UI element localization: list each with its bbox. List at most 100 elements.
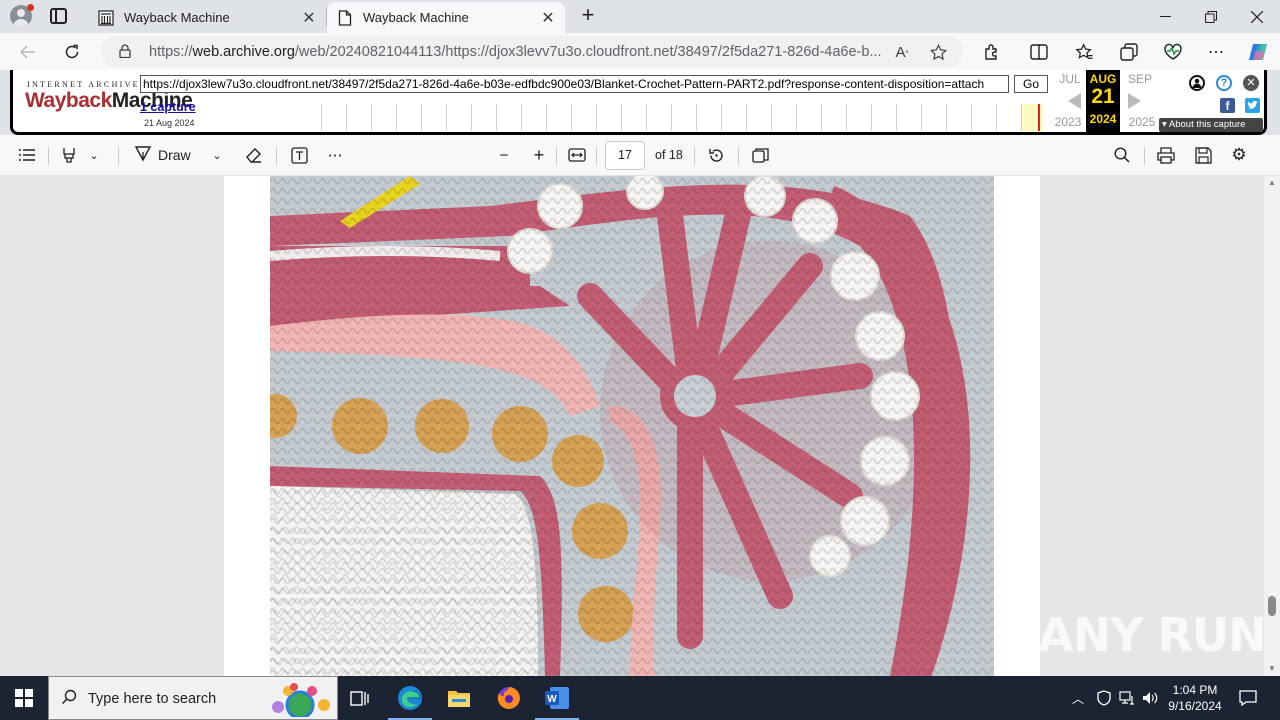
search-placeholder: Type here to search — [88, 691, 217, 707]
sparkline-year-tick — [996, 104, 997, 131]
split-screen-icon[interactable] — [1026, 39, 1052, 65]
close-icon[interactable]: ✕ — [298, 7, 320, 29]
close-icon[interactable] — [1234, 0, 1280, 33]
network-icon[interactable] — [1117, 676, 1137, 720]
save-icon[interactable] — [1191, 143, 1215, 167]
contents-icon[interactable] — [16, 143, 38, 167]
prev-capture-arrow-icon[interactable] — [1068, 93, 1081, 109]
rotate-icon[interactable] — [705, 143, 727, 167]
sparkline-year-tick — [821, 104, 822, 131]
next-capture-arrow-icon[interactable] — [1128, 93, 1141, 109]
current-month: AUG — [1089, 72, 1117, 86]
lock-icon[interactable] — [119, 44, 131, 58]
draw-icon — [134, 144, 152, 166]
print-icon[interactable] — [1154, 143, 1178, 167]
clock-date: 9/16/2024 — [1168, 699, 1222, 713]
tab-title: Wayback Machine — [124, 10, 230, 25]
sparkline-year-tick — [671, 104, 672, 131]
favorites-icon[interactable] — [1071, 39, 1097, 65]
show-hidden-icons[interactable]: ︿ — [1068, 676, 1088, 720]
wayback-url-input[interactable]: https://djox3lew7u3o.cloudfront.net/3849… — [140, 75, 1009, 93]
defender-icon[interactable] — [1094, 676, 1114, 720]
scroll-thumb[interactable] — [1268, 596, 1276, 616]
more-icon[interactable]: ⋯ — [1203, 39, 1229, 65]
fit-icon[interactable] — [565, 143, 589, 167]
task-view-icon[interactable] — [336, 676, 384, 720]
scroll-down-icon[interactable]: ▼ — [1267, 664, 1277, 674]
browser-toolbar: https://web.archive.org/web/202408210441… — [0, 33, 1280, 70]
sparkline-year-tick — [571, 104, 572, 131]
taskbar-search-box[interactable]: Type here to search — [48, 676, 338, 720]
tab-wayback-2[interactable]: Wayback Machine ✕ — [327, 2, 565, 33]
sparkline-year-tick — [946, 104, 947, 131]
highlight-icon[interactable] — [58, 143, 80, 167]
sparkline-year-tick — [921, 104, 922, 131]
performance-icon[interactable] — [1160, 39, 1186, 65]
sparkline-year-tick — [1021, 104, 1022, 131]
wayback-go-button[interactable]: Go — [1014, 75, 1048, 93]
copilot-icon[interactable] — [1245, 39, 1271, 65]
refresh-icon[interactable] — [58, 38, 86, 66]
close-icon[interactable]: ✕ — [537, 7, 559, 29]
windows-start-icon[interactable] — [0, 676, 48, 720]
read-aloud-icon[interactable]: Aⁿ — [891, 41, 913, 63]
pdf-viewport[interactable]: ▲ ▼ ANY RUN — [0, 176, 1280, 676]
chevron-down-icon[interactable]: ⌄ — [86, 143, 102, 167]
collections-icon[interactable] — [1116, 39, 1142, 65]
sparkline-year-tick — [321, 104, 322, 131]
sparkline-year-tick — [546, 104, 547, 131]
erase-icon[interactable] — [242, 143, 266, 167]
settings-icon[interactable]: ⚙ — [1227, 143, 1251, 167]
sparkline-year-tick — [721, 104, 722, 131]
capture-marker[interactable] — [1038, 104, 1040, 131]
capture-sparkline[interactable] — [321, 104, 1049, 131]
plus-icon[interactable]: + — [577, 4, 599, 27]
tab-wayback-1[interactable]: Wayback Machine ✕ — [88, 2, 326, 33]
twitter-icon[interactable] — [1245, 98, 1260, 113]
address-bar[interactable]: https://web.archive.org/web/202408210441… — [101, 36, 963, 67]
firefox-icon[interactable] — [485, 676, 533, 720]
zoom-in-icon[interactable]: + — [528, 143, 550, 167]
scroll-up-icon[interactable]: ▲ — [1267, 178, 1277, 188]
sparkline-year-tick — [646, 104, 647, 131]
favorite-star-icon[interactable] — [927, 41, 949, 63]
pdf-scrollbar[interactable]: ▲ ▼ — [1264, 176, 1280, 676]
help-icon[interactable]: ? — [1216, 75, 1232, 91]
prev-month-label[interactable]: JUL — [1053, 72, 1087, 86]
clock-time: 1:04 PM — [1172, 683, 1218, 697]
prev-year-label[interactable]: 2023 — [1051, 115, 1085, 129]
about-capture-button[interactable]: ▾ About this capture — [1159, 118, 1263, 132]
notifications-icon[interactable] — [1236, 676, 1260, 720]
edge-icon[interactable] — [386, 676, 434, 720]
volume-icon[interactable] — [1140, 676, 1160, 720]
minimize-icon[interactable] — [1142, 0, 1188, 33]
user-account-icon[interactable] — [1189, 75, 1205, 91]
tab-actions-icon[interactable] — [50, 8, 67, 24]
back-icon[interactable] — [14, 38, 42, 66]
file-explorer-icon[interactable] — [435, 676, 483, 720]
extensions-icon[interactable] — [979, 39, 1005, 65]
search-icon[interactable] — [1110, 143, 1134, 167]
crochet-pattern-photo — [270, 176, 994, 676]
page-view-icon[interactable] — [749, 143, 773, 167]
next-month-label[interactable]: SEP — [1123, 72, 1157, 86]
text-icon[interactable] — [287, 143, 311, 167]
chevron-down-icon[interactable]: ⌄ — [209, 143, 225, 167]
url-text[interactable]: https://web.archive.org/web/202408210441… — [149, 44, 894, 60]
next-year-label[interactable]: 2025 — [1125, 115, 1159, 129]
sparkline-year-tick — [796, 104, 797, 131]
page-number-input[interactable]: 17 — [605, 141, 645, 170]
wayback-toolbar: INTERNET ARCHIVE WaybackMachine https://… — [10, 70, 1267, 135]
wayback-close-icon[interactable]: ✕ — [1243, 75, 1259, 91]
more-tools-icon[interactable]: ⋯ — [323, 143, 347, 167]
maximize-icon[interactable] — [1188, 0, 1234, 33]
sparkline-year-tick — [521, 104, 522, 131]
word-icon[interactable]: W — [533, 676, 581, 720]
facebook-icon[interactable]: f — [1220, 98, 1235, 113]
captures-link[interactable]: 1 capture — [140, 100, 196, 114]
zoom-out-icon[interactable]: − — [493, 143, 515, 167]
pdf-toolbar: ⌄ Draw ⌄ ⋯ − + 17 of 18 ⚙ — [0, 135, 1280, 176]
windows-taskbar: Type here to search W ︿ 1:04 PM 9/16/202… — [0, 676, 1280, 720]
sparkline-year-tick — [621, 104, 622, 131]
taskbar-clock[interactable]: 1:04 PM 9/16/2024 — [1160, 682, 1230, 714]
